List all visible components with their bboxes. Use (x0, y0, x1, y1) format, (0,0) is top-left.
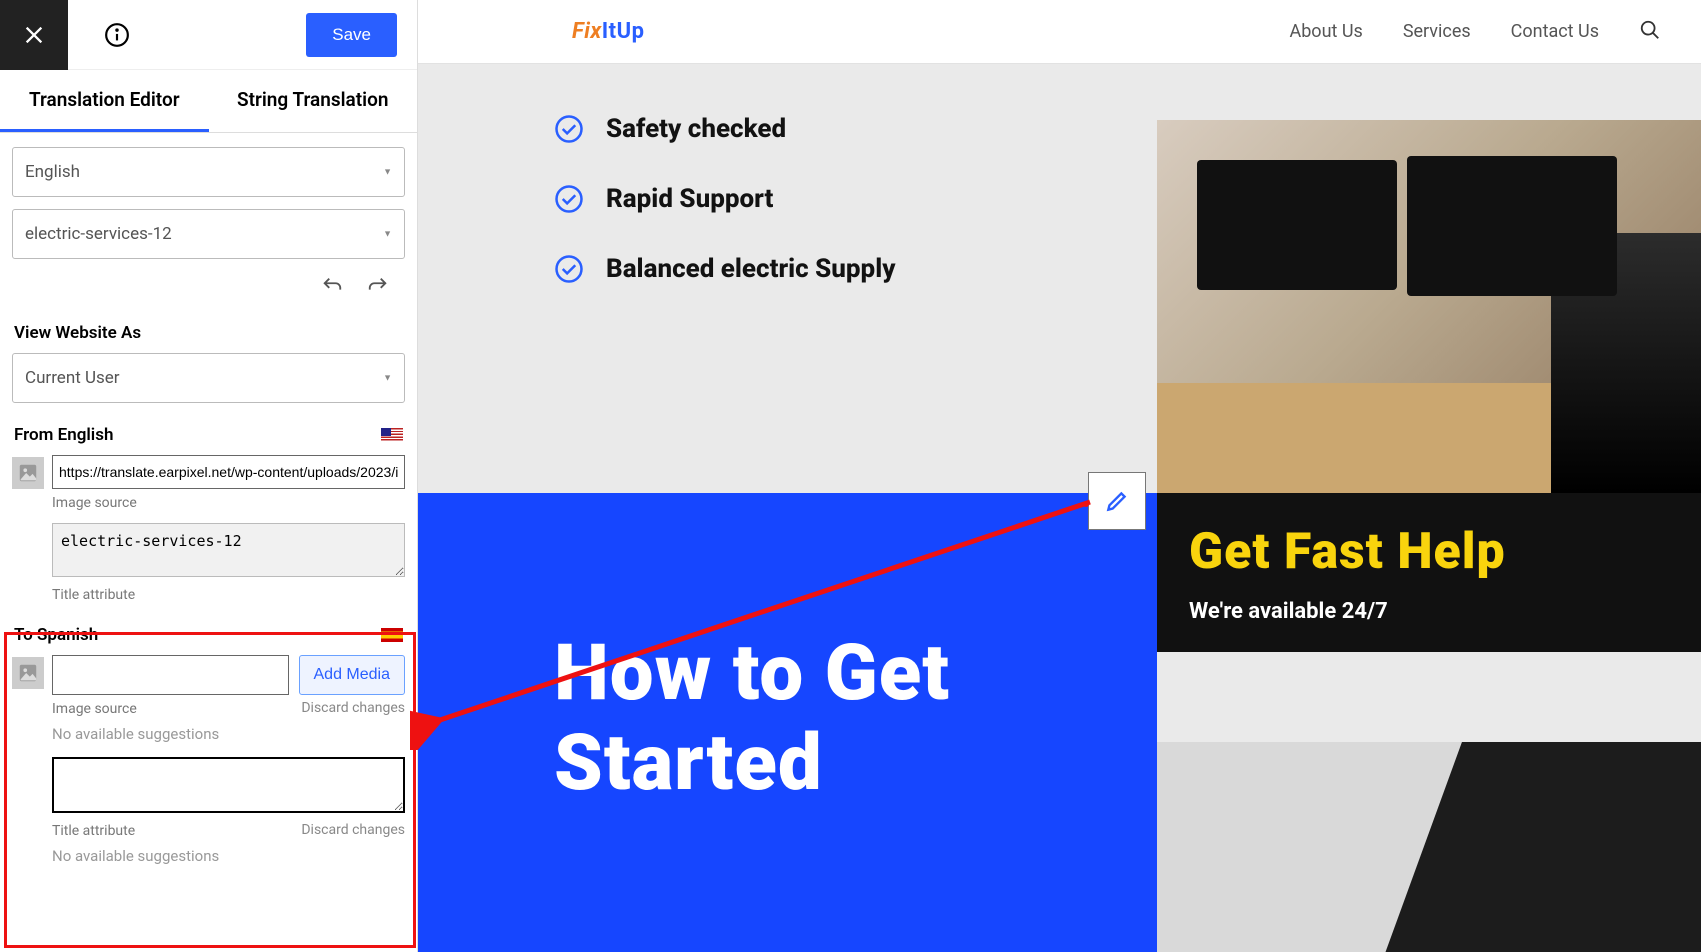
secondary-image (1157, 742, 1701, 952)
search-icon[interactable] (1639, 19, 1661, 45)
edit-marker[interactable] (1088, 472, 1146, 530)
nav-about[interactable]: About Us (1289, 21, 1362, 42)
view-as-label: View Website As (12, 309, 405, 353)
to-title-textarea[interactable] (52, 757, 405, 813)
flag-us-icon (381, 428, 403, 442)
site-logo: FixItUp (572, 19, 645, 44)
no-suggestions-text-2: No available suggestions (52, 847, 405, 865)
to-image-source-caption: Image source (52, 701, 137, 717)
undo-icon[interactable] (321, 275, 343, 297)
save-button[interactable]: Save (306, 13, 397, 57)
flag-es-icon (381, 628, 403, 642)
close-button[interactable] (0, 0, 68, 70)
nav-services[interactable]: Services (1403, 21, 1471, 42)
pencil-icon (1104, 488, 1130, 514)
howto-heading: How to Get Started (418, 493, 1157, 808)
image-thumb-icon (12, 657, 44, 689)
help-title: Get Fast Help (1189, 523, 1669, 581)
tab-translation-editor[interactable]: Translation Editor (0, 70, 209, 132)
view-as-select[interactable]: Current User (12, 353, 405, 403)
help-box: Get Fast Help We're available 24/7 (1157, 493, 1701, 652)
no-suggestions-text: No available suggestions (52, 725, 405, 743)
add-media-button[interactable]: Add Media (299, 655, 406, 695)
to-image-source-input[interactable] (52, 655, 289, 695)
info-icon (104, 22, 130, 48)
language-select[interactable]: English (12, 147, 405, 197)
item-select[interactable]: electric-services-12 (12, 209, 405, 259)
discard-changes-link-2[interactable]: Discard changes (301, 822, 405, 838)
from-image-source-caption: Image source (52, 495, 405, 511)
hero-image (1157, 120, 1701, 493)
to-title-caption: Title attribute (52, 823, 135, 839)
nav-contact[interactable]: Contact Us (1511, 21, 1599, 42)
close-icon (23, 24, 45, 46)
discard-changes-link[interactable]: Discard changes (301, 700, 405, 716)
from-image-source-input[interactable] (52, 455, 405, 489)
redo-icon[interactable] (367, 275, 389, 297)
tab-string-translation[interactable]: String Translation (209, 70, 418, 132)
help-subtitle: We're available 24/7 (1189, 599, 1669, 624)
from-title-textarea[interactable]: electric-services-12 (52, 523, 405, 577)
info-button[interactable] (92, 22, 142, 48)
from-label: From English (14, 425, 113, 445)
to-label: To Spanish (14, 625, 98, 645)
from-title-caption: Title attribute (52, 587, 405, 603)
image-thumb-icon (12, 457, 44, 489)
